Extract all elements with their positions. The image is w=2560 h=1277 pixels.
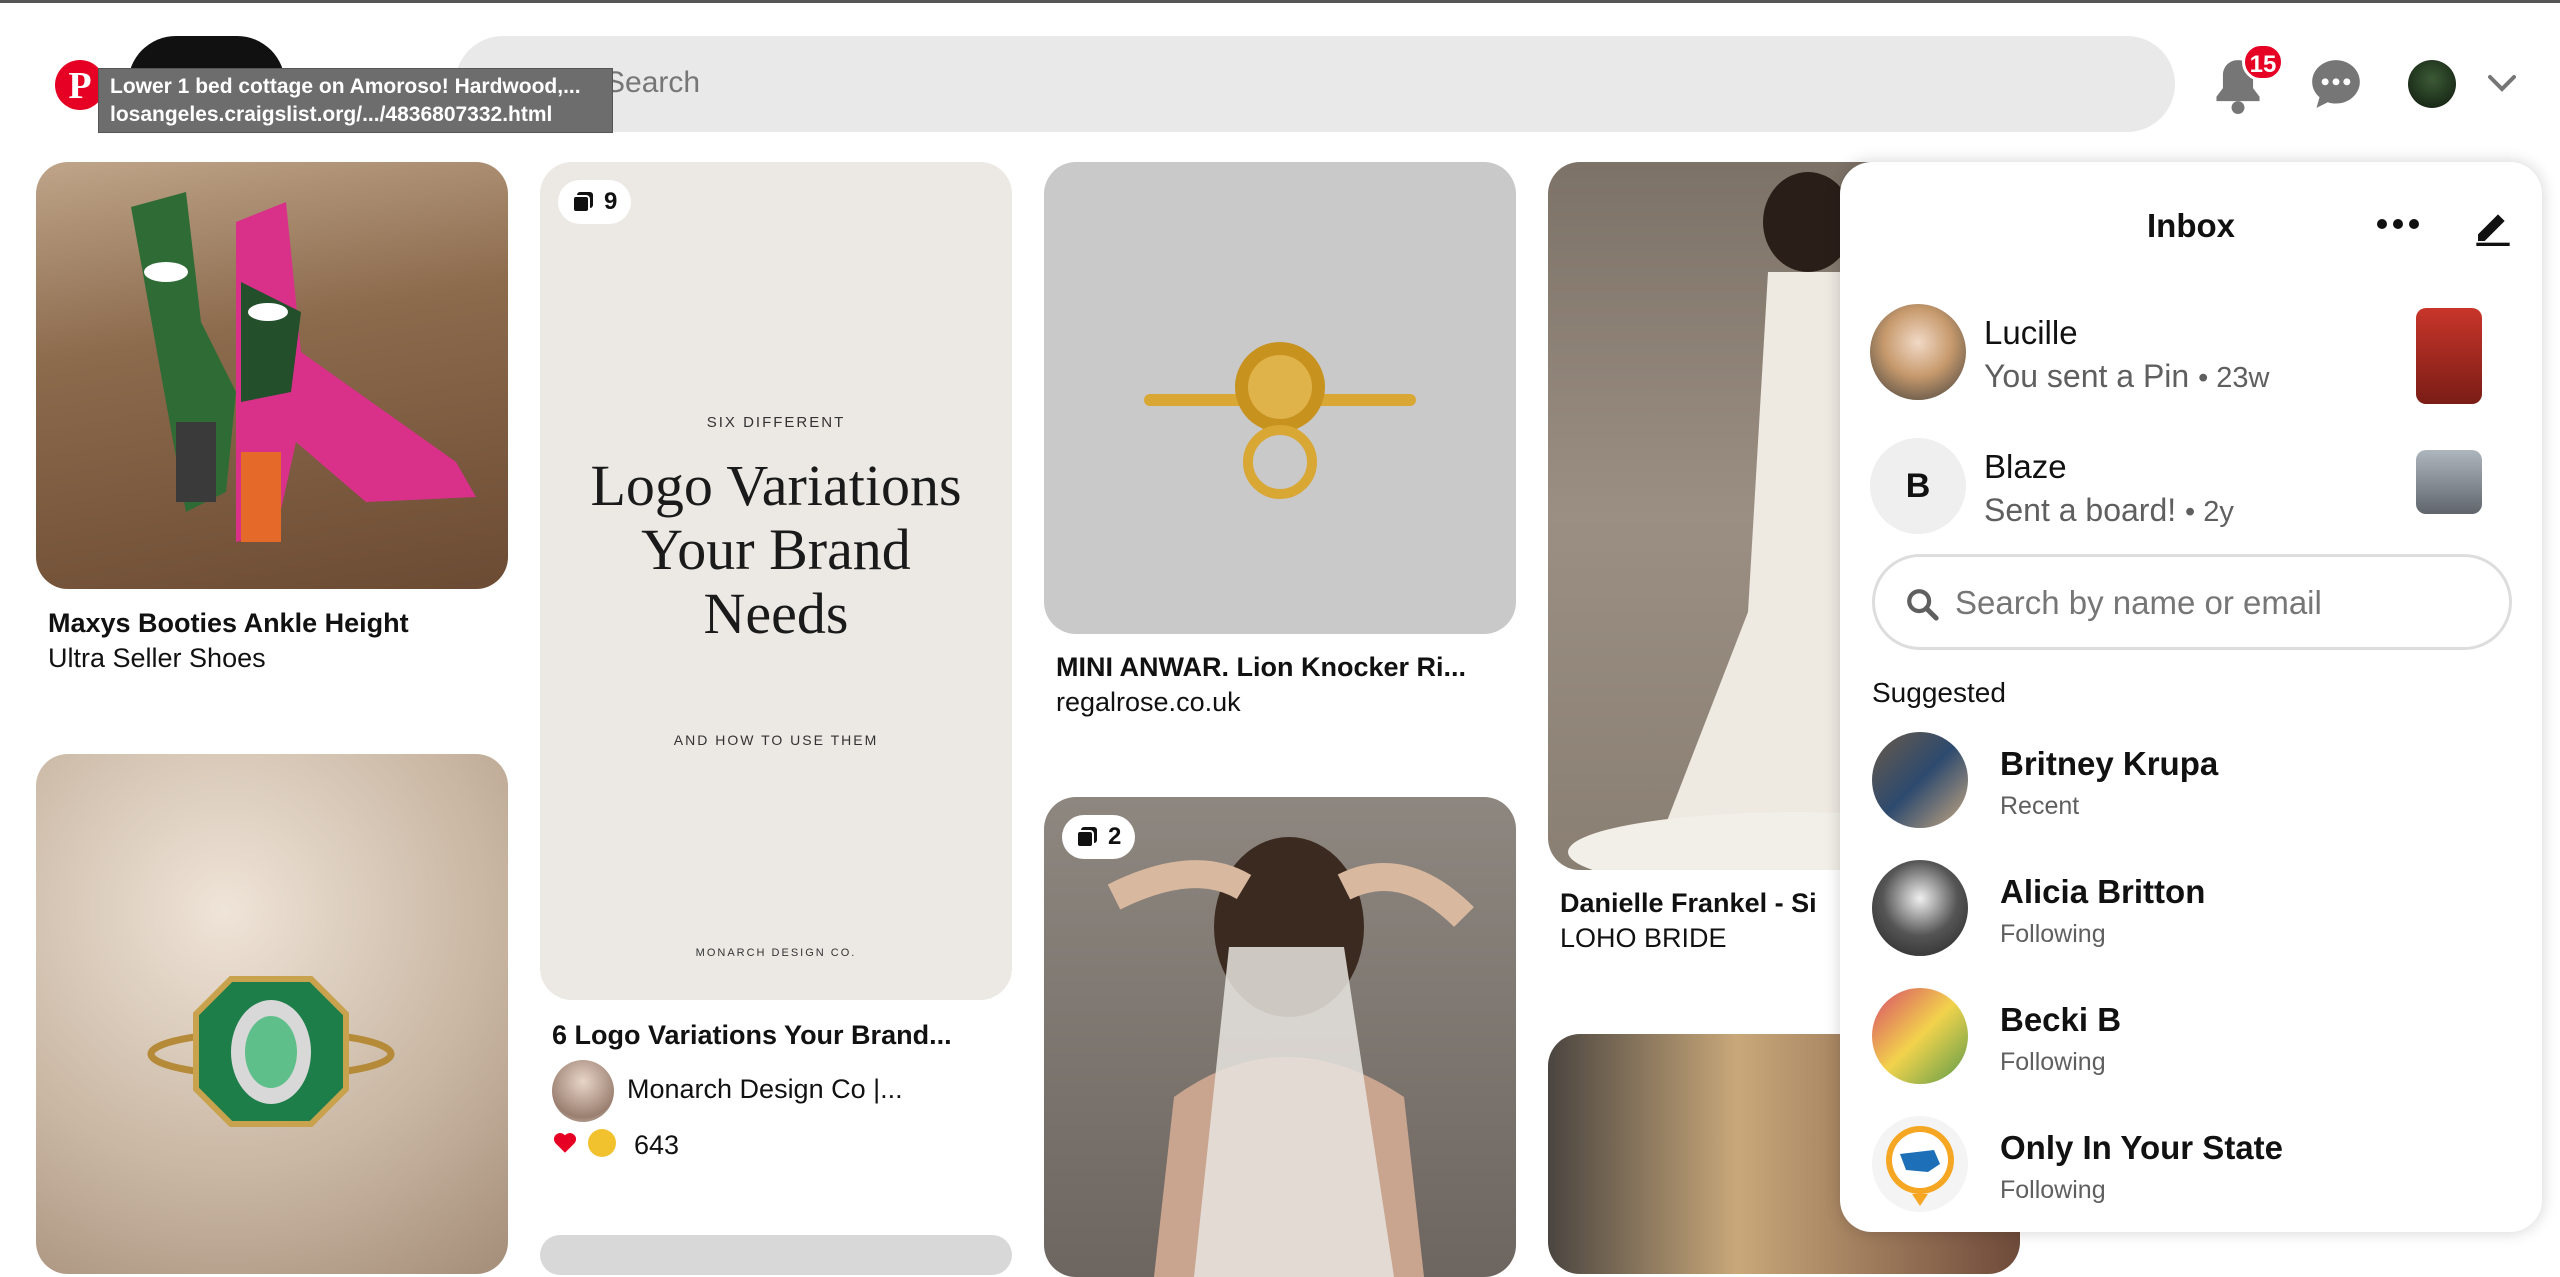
inbox-search-input[interactable] bbox=[1955, 575, 2495, 631]
tooltip-url: losangeles.craigslist.org/.../4836807332… bbox=[110, 103, 553, 126]
board-thumbnail[interactable] bbox=[2416, 450, 2482, 514]
conversation-name: Lucille bbox=[1984, 314, 2078, 351]
reaction-count: 643 bbox=[634, 1130, 680, 1160]
pin-subtitle[interactable]: regalrose.co.uk bbox=[1056, 687, 1241, 718]
pin-subtitle[interactable]: Ultra Seller Shoes bbox=[48, 643, 266, 674]
pin-title[interactable]: Danielle Frankel - Si bbox=[1560, 888, 1817, 919]
conversation-message: You sent a Pin • 23w bbox=[1984, 358, 2270, 394]
board-count: 2 bbox=[1108, 823, 1122, 850]
suggested-contact[interactable]: Becki B Following bbox=[1872, 988, 2512, 1088]
image-text-main: Logo Variations Your Brand Needs bbox=[590, 453, 962, 646]
conversation-name: Blaze bbox=[1984, 448, 2067, 485]
contact-status: Following bbox=[2000, 920, 2106, 948]
board-count: 9 bbox=[604, 188, 618, 215]
suggested-label: Suggested bbox=[1872, 677, 2006, 708]
pin-bridal-veil[interactable]: 2 bbox=[1044, 797, 1516, 1277]
contact-name: Alicia Britton bbox=[2000, 873, 2206, 910]
contact-name: Britney Krupa bbox=[2000, 745, 2219, 782]
ellipsis-icon[interactable] bbox=[2375, 214, 2421, 234]
contact-status: Recent bbox=[2000, 792, 2080, 820]
pin-title[interactable]: Maxys Booties Ankle Height bbox=[48, 608, 409, 639]
inbox-title: Inbox bbox=[2147, 207, 2235, 244]
pin-boots[interactable] bbox=[36, 162, 508, 589]
avatar: B bbox=[1870, 438, 1966, 534]
stack-icon bbox=[572, 192, 593, 213]
pencil-icon[interactable] bbox=[2473, 206, 2513, 246]
pin-thumbnail[interactable] bbox=[2416, 308, 2482, 404]
stack-icon bbox=[1076, 827, 1097, 848]
pin-title[interactable]: 6 Logo Variations Your Brand... bbox=[552, 1020, 952, 1051]
pin-logo-variations[interactable]: 9 SIX DIFFERENT Logo Variations Your Bra… bbox=[540, 162, 1012, 1000]
image-text-sub: AND HOW TO USE THEM bbox=[673, 732, 879, 748]
profile-avatar[interactable] bbox=[2408, 60, 2456, 108]
board-count-badge: 9 bbox=[558, 180, 632, 224]
wow-reaction-icon bbox=[588, 1129, 616, 1157]
map-pin-icon bbox=[1886, 1126, 1954, 1206]
heart-reaction-icon bbox=[552, 1130, 578, 1156]
suggested-contact[interactable]: Alicia Britton Following bbox=[1872, 860, 2512, 960]
notification-badge: 15 bbox=[2242, 43, 2284, 81]
tooltip-title: Lower 1 bed cottage on Amoroso! Hardwood… bbox=[110, 75, 581, 98]
creator-name[interactable]: Monarch Design Co |... bbox=[627, 1074, 903, 1105]
pin-subtitle[interactable]: LOHO BRIDE bbox=[1560, 923, 1727, 954]
pin-lion-ring[interactable] bbox=[1044, 162, 1516, 634]
top-bar: P Search Lower 1 bed cottage on Amoroso!… bbox=[0, 0, 2560, 160]
ring-image bbox=[147, 976, 395, 1127]
pin-partial[interactable] bbox=[540, 1235, 1012, 1275]
creator-avatar[interactable] bbox=[552, 1060, 614, 1122]
image-text-footer: MONARCH DESIGN CO. bbox=[695, 947, 857, 959]
veil-image bbox=[1107, 837, 1474, 1277]
conversation-lucille[interactable]: Lucille You sent a Pin • 23w bbox=[1870, 304, 2510, 414]
avatar bbox=[1872, 732, 1968, 828]
suggested-contact[interactable]: Britney Krupa Recent bbox=[1872, 732, 2512, 832]
search-placeholder: Search bbox=[605, 66, 701, 99]
image-text-top: SIX DIFFERENT bbox=[706, 414, 846, 431]
board-count-badge: 2 bbox=[1062, 815, 1136, 859]
conversation-message: Sent a board! • 2y bbox=[1984, 492, 2234, 528]
inbox-search-field[interactable] bbox=[1872, 554, 2512, 650]
avatar bbox=[1872, 988, 1968, 1084]
chat-bubble-icon[interactable] bbox=[2310, 58, 2362, 110]
avatar bbox=[1872, 860, 1968, 956]
pin-title[interactable]: MINI ANWAR. Lion Knocker Ri... bbox=[1056, 652, 1466, 683]
contact-status: Following bbox=[2000, 1048, 2106, 1076]
avatar bbox=[1872, 1116, 1968, 1212]
search-bar[interactable]: Search bbox=[455, 36, 2175, 132]
inbox-panel: Inbox Lucille You sent a Pin • 23w B Bla… bbox=[1840, 162, 2542, 1232]
contact-status: Following bbox=[2000, 1176, 2106, 1204]
link-tooltip: Lower 1 bed cottage on Amoroso! Hardwood… bbox=[98, 68, 613, 133]
boots-image bbox=[131, 192, 476, 542]
avatar bbox=[1870, 304, 1966, 400]
chevron-down-icon[interactable] bbox=[2487, 73, 2517, 93]
contact-name: Becki B bbox=[2000, 1001, 2122, 1038]
contact-name: Only In Your State bbox=[2000, 1129, 2283, 1166]
search-icon bbox=[1907, 589, 1939, 621]
conversation-blaze[interactable]: B Blaze Sent a board! • 2y bbox=[1870, 438, 2510, 548]
suggested-contact[interactable]: Only In Your State Following bbox=[1872, 1116, 2512, 1216]
lion-ring-image bbox=[1144, 342, 1416, 499]
pin-emerald-ring[interactable] bbox=[36, 754, 508, 1274]
